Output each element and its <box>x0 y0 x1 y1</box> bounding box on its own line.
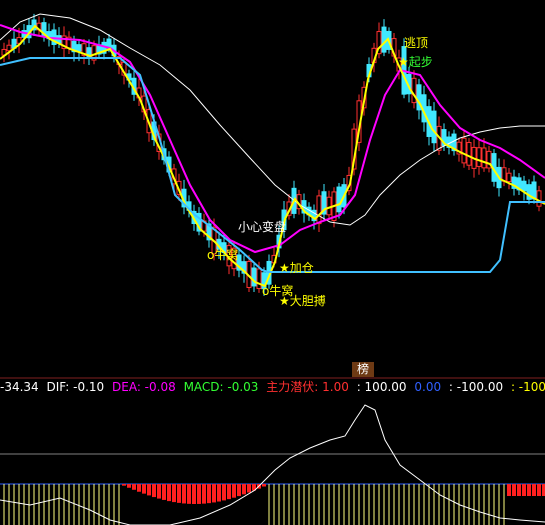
indicator-panel[interactable] <box>0 0 545 525</box>
macd-bar-negative <box>202 484 206 504</box>
macd-bar-negative <box>187 484 191 504</box>
macd-bar-negative <box>172 484 176 503</box>
stock-chart-window: 逃顶 ★起步 小心变盘 o牛窝 ★加仓 o牛窝 ★大胆搏 榜 -34.34 DI… <box>0 0 545 525</box>
macd-bar-negative <box>232 484 236 498</box>
macd-bar-negative <box>217 484 221 502</box>
macd-bar-negative <box>122 484 126 486</box>
macd-bar-negative <box>162 484 166 500</box>
macd-bar-negative <box>142 484 146 494</box>
macd-bar-negative <box>147 484 151 496</box>
macd-bar-negative <box>507 484 511 496</box>
macd-bar-negative <box>517 484 521 496</box>
macd-bar-negative <box>242 484 246 495</box>
macd-bar-negative <box>262 484 266 487</box>
macd-bar-negative <box>527 484 531 496</box>
macd-bar-negative <box>177 484 181 503</box>
macd-bar-negative <box>127 484 131 488</box>
macd-bar-negative <box>137 484 141 492</box>
macd-bar-negative <box>207 484 211 504</box>
macd-bar-negative <box>182 484 186 504</box>
macd-bar-negative <box>227 484 231 500</box>
macd-bar-negative <box>152 484 156 498</box>
macd-bar-negative <box>222 484 226 501</box>
macd-bar-negative <box>512 484 516 496</box>
macd-bar-negative <box>157 484 161 499</box>
macd-bar-negative <box>247 484 251 493</box>
macd-bar-negative <box>522 484 526 496</box>
macd-bar-negative <box>212 484 216 503</box>
macd-bar-negative <box>197 484 201 504</box>
macd-bar-negative <box>192 484 196 504</box>
macd-bar-negative <box>132 484 136 490</box>
macd-bar-negative <box>532 484 536 496</box>
macd-bar-negative <box>537 484 541 496</box>
oscillator-line <box>0 404 545 525</box>
macd-bar-negative <box>237 484 241 497</box>
macd-bar-negative <box>167 484 171 502</box>
